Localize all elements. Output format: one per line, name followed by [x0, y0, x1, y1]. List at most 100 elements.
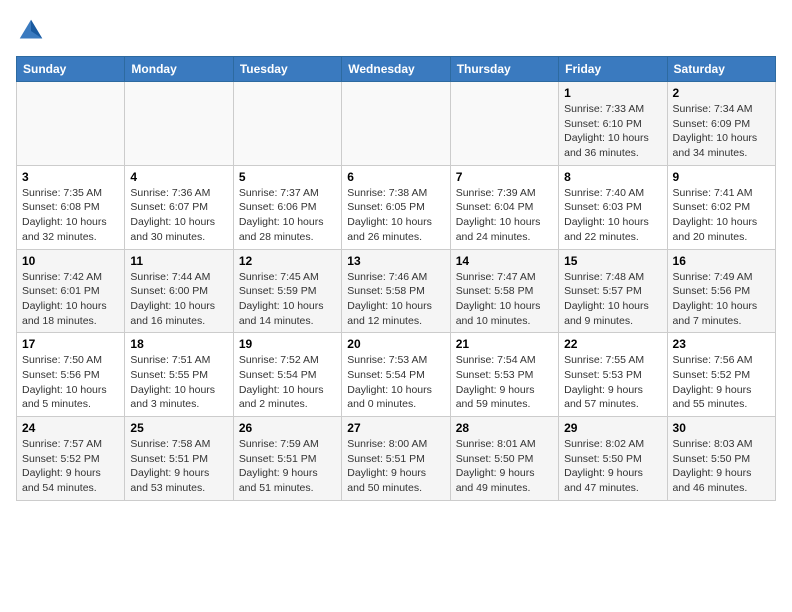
day-info: Sunrise: 7:47 AMSunset: 5:58 PMDaylight:… — [456, 270, 553, 329]
calendar-cell: 3 Sunrise: 7:35 AMSunset: 6:08 PMDaylight… — [17, 165, 125, 249]
weekday-header-thursday: Thursday — [450, 57, 558, 82]
day-info: Sunrise: 8:00 AMSunset: 5:51 PMDaylight:… — [347, 437, 444, 496]
calendar-cell: 30Sunrise: 8:03 AMSunset: 5:50 PMDayligh… — [667, 417, 775, 501]
day-number: 24 — [22, 421, 119, 435]
day-info: Sunrise: 7:39 AMSunset: 6:04 PMDaylight:… — [456, 186, 553, 245]
calendar-cell: 5Sunrise: 7:37 AMSunset: 6:06 PMDaylight… — [233, 165, 341, 249]
calendar-cell: 22Sunrise: 7:55 AMSunset: 5:53 PMDayligh… — [559, 333, 667, 417]
calendar-cell: 8Sunrise: 7:40 AMSunset: 6:03 PMDaylight… — [559, 165, 667, 249]
calendar-cell: 13Sunrise: 7:46 AMSunset: 5:58 PMDayligh… — [342, 249, 450, 333]
day-info: Sunrise: 7:45 AMSunset: 5:59 PMDaylight:… — [239, 270, 336, 329]
calendar: SundayMondayTuesdayWednesdayThursdayFrid… — [16, 56, 776, 501]
day-info: Sunrise: 8:01 AMSunset: 5:50 PMDaylight:… — [456, 437, 553, 496]
day-number: 28 — [456, 421, 553, 435]
day-number: 11 — [130, 254, 227, 268]
day-number: 10 — [22, 254, 119, 268]
day-info: Sunrise: 7:59 AMSunset: 5:51 PMDaylight:… — [239, 437, 336, 496]
calendar-cell: 1 Sunrise: 7:33 AMSunset: 6:10 PMDaylight… — [559, 82, 667, 166]
day-number: 13 — [347, 254, 444, 268]
day-info: Sunrise: 7:33 AMSunset: 6:10 PMDaylight:… — [564, 102, 661, 161]
day-number: 14 — [456, 254, 553, 268]
calendar-cell: 12 Sunrise: 7:45 AMSunset: 5:59 PMDayligh… — [233, 249, 341, 333]
calendar-week-3: 10Sunrise: 7:42 AMSunset: 6:01 PMDayligh… — [17, 249, 776, 333]
calendar-cell: 19 Sunrise: 7:52 AMSunset: 5:54 PMDayligh… — [233, 333, 341, 417]
day-info: Sunrise: 7:56 AMSunset: 5:52 PMDaylight:… — [673, 353, 770, 412]
day-number: 12 — [239, 254, 336, 268]
day-number: 23 — [673, 337, 770, 351]
day-number: 21 — [456, 337, 553, 351]
calendar-cell: 9Sunrise: 7:41 AMSunset: 6:02 PMDaylight… — [667, 165, 775, 249]
calendar-cell: 25 Sunrise: 7:58 AMSunset: 5:51 PMDayligh… — [125, 417, 233, 501]
calendar-cell — [17, 82, 125, 166]
weekday-header-sunday: Sunday — [17, 57, 125, 82]
page-header — [16, 16, 776, 46]
day-number: 26 — [239, 421, 336, 435]
day-info: Sunrise: 7:50 AMSunset: 5:56 PMDaylight:… — [22, 353, 119, 412]
day-info: Sunrise: 7:48 AMSunset: 5:57 PMDaylight:… — [564, 270, 661, 329]
calendar-cell: 7 Sunrise: 7:39 AMSunset: 6:04 PMDaylight… — [450, 165, 558, 249]
day-info: Sunrise: 7:37 AMSunset: 6:06 PMDaylight:… — [239, 186, 336, 245]
day-info: Sunrise: 7:51 AMSunset: 5:55 PMDaylight:… — [130, 353, 227, 412]
weekday-header-saturday: Saturday — [667, 57, 775, 82]
calendar-cell: 28 Sunrise: 8:01 AMSunset: 5:50 PMDayligh… — [450, 417, 558, 501]
day-number: 6 — [347, 170, 444, 184]
weekday-header-monday: Monday — [125, 57, 233, 82]
day-number: 15 — [564, 254, 661, 268]
calendar-week-5: 24 Sunrise: 7:57 AMSunset: 5:52 PMDayligh… — [17, 417, 776, 501]
logo-icon — [16, 16, 46, 46]
calendar-cell: 20Sunrise: 7:53 AMSunset: 5:54 PMDayligh… — [342, 333, 450, 417]
day-info: Sunrise: 7:49 AMSunset: 5:56 PMDaylight:… — [673, 270, 770, 329]
day-info: Sunrise: 7:38 AMSunset: 6:05 PMDaylight:… — [347, 186, 444, 245]
day-info: Sunrise: 7:57 AMSunset: 5:52 PMDaylight:… — [22, 437, 119, 496]
day-number: 16 — [673, 254, 770, 268]
day-info: Sunrise: 7:40 AMSunset: 6:03 PMDaylight:… — [564, 186, 661, 245]
day-number: 7 — [456, 170, 553, 184]
day-number: 25 — [130, 421, 227, 435]
calendar-cell: 21 Sunrise: 7:54 AMSunset: 5:53 PMDayligh… — [450, 333, 558, 417]
day-info: Sunrise: 8:03 AMSunset: 5:50 PMDaylight:… — [673, 437, 770, 496]
calendar-cell: 27 Sunrise: 8:00 AMSunset: 5:51 PMDayligh… — [342, 417, 450, 501]
calendar-cell: 17 Sunrise: 7:50 AMSunset: 5:56 PMDayligh… — [17, 333, 125, 417]
calendar-week-4: 17 Sunrise: 7:50 AMSunset: 5:56 PMDayligh… — [17, 333, 776, 417]
calendar-cell: 10Sunrise: 7:42 AMSunset: 6:01 PMDayligh… — [17, 249, 125, 333]
calendar-week-1: 1 Sunrise: 7:33 AMSunset: 6:10 PMDaylight… — [17, 82, 776, 166]
day-number: 18 — [130, 337, 227, 351]
day-info: Sunrise: 8:02 AMSunset: 5:50 PMDaylight:… — [564, 437, 661, 496]
weekday-header-friday: Friday — [559, 57, 667, 82]
day-info: Sunrise: 7:58 AMSunset: 5:51 PMDaylight:… — [130, 437, 227, 496]
day-info: Sunrise: 7:36 AMSunset: 6:07 PMDaylight:… — [130, 186, 227, 245]
calendar-week-2: 3 Sunrise: 7:35 AMSunset: 6:08 PMDaylight… — [17, 165, 776, 249]
calendar-cell: 2Sunrise: 7:34 AMSunset: 6:09 PMDaylight… — [667, 82, 775, 166]
day-number: 29 — [564, 421, 661, 435]
calendar-cell — [450, 82, 558, 166]
weekday-header-tuesday: Tuesday — [233, 57, 341, 82]
calendar-header-row: SundayMondayTuesdayWednesdayThursdayFrid… — [17, 57, 776, 82]
day-info: Sunrise: 7:54 AMSunset: 5:53 PMDaylight:… — [456, 353, 553, 412]
day-number: 20 — [347, 337, 444, 351]
calendar-body: 1 Sunrise: 7:33 AMSunset: 6:10 PMDaylight… — [17, 82, 776, 501]
day-info: Sunrise: 7:41 AMSunset: 6:02 PMDaylight:… — [673, 186, 770, 245]
calendar-cell — [233, 82, 341, 166]
calendar-cell: 26 Sunrise: 7:59 AMSunset: 5:51 PMDayligh… — [233, 417, 341, 501]
calendar-cell — [342, 82, 450, 166]
calendar-cell: 4 Sunrise: 7:36 AMSunset: 6:07 PMDaylight… — [125, 165, 233, 249]
day-info: Sunrise: 7:44 AMSunset: 6:00 PMDaylight:… — [130, 270, 227, 329]
weekday-header-wednesday: Wednesday — [342, 57, 450, 82]
calendar-cell: 29 Sunrise: 8:02 AMSunset: 5:50 PMDayligh… — [559, 417, 667, 501]
calendar-cell: 23 Sunrise: 7:56 AMSunset: 5:52 PMDayligh… — [667, 333, 775, 417]
day-number: 4 — [130, 170, 227, 184]
calendar-cell: 16 Sunrise: 7:49 AMSunset: 5:56 PMDayligh… — [667, 249, 775, 333]
day-number: 27 — [347, 421, 444, 435]
day-info: Sunrise: 7:34 AMSunset: 6:09 PMDaylight:… — [673, 102, 770, 161]
calendar-cell: 11 Sunrise: 7:44 AMSunset: 6:00 PMDayligh… — [125, 249, 233, 333]
day-number: 3 — [22, 170, 119, 184]
day-number: 1 — [564, 86, 661, 100]
day-number: 22 — [564, 337, 661, 351]
calendar-cell: 14 Sunrise: 7:47 AMSunset: 5:58 PMDayligh… — [450, 249, 558, 333]
day-info: Sunrise: 7:52 AMSunset: 5:54 PMDaylight:… — [239, 353, 336, 412]
calendar-cell — [125, 82, 233, 166]
day-info: Sunrise: 7:35 AMSunset: 6:08 PMDaylight:… — [22, 186, 119, 245]
logo — [16, 16, 50, 46]
day-number: 17 — [22, 337, 119, 351]
day-number: 19 — [239, 337, 336, 351]
